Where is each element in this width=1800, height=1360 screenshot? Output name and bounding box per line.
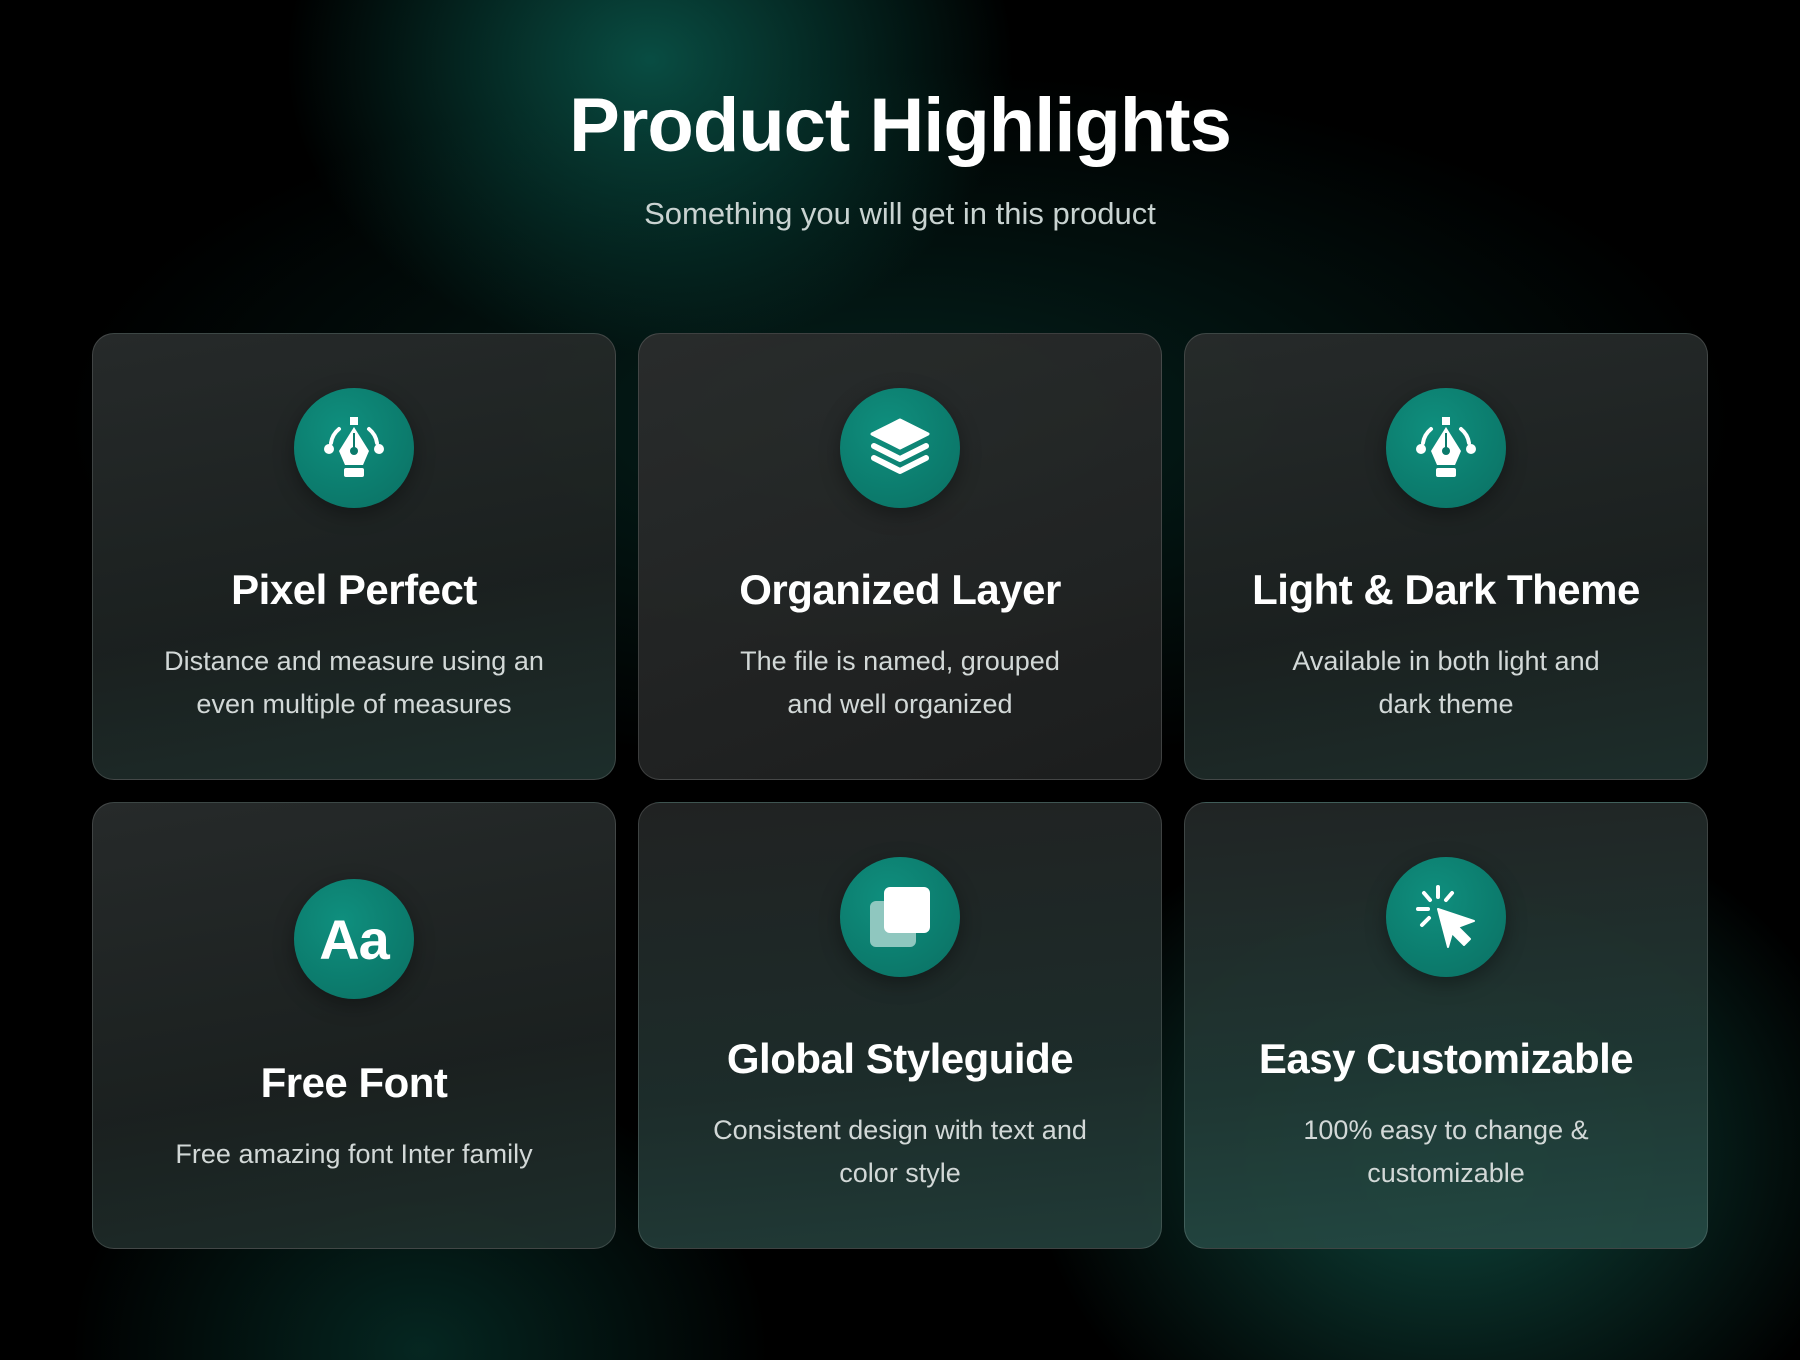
feature-title: Light & Dark Theme xyxy=(1252,566,1640,613)
feature-card-global-styleguide: Global Styleguide Consistent design with… xyxy=(638,802,1162,1249)
font-icon-text: Aa xyxy=(319,907,390,971)
cursor-click-icon xyxy=(1386,857,1506,977)
feature-card-light-dark-theme: Light & Dark Theme Available in both lig… xyxy=(1184,333,1708,780)
feature-card-free-font: Aa Free Font Free amazing font Inter fam… xyxy=(92,802,616,1249)
feature-grid: Pixel Perfect Distance and measure using… xyxy=(92,333,1708,1249)
feature-title: Organized Layer xyxy=(739,566,1061,613)
feature-title: Global Styleguide xyxy=(726,1035,1074,1082)
pen-tool-icon xyxy=(294,388,414,508)
header: Product Highlights Something you will ge… xyxy=(0,82,1800,234)
page-title: Product Highlights xyxy=(569,83,1232,168)
feature-description: Distance and measure using an even multip… xyxy=(164,646,544,719)
layers-icon xyxy=(840,388,960,508)
feature-description: 100% easy to change & customizable xyxy=(1303,1115,1589,1188)
feature-title: Pixel Perfect xyxy=(231,566,477,613)
page-subtitle: Something you will get in this product xyxy=(644,196,1156,231)
feature-card-organized-layer: Organized Layer The file is named, group… xyxy=(638,333,1162,780)
feature-card-pixel-perfect: Pixel Perfect Distance and measure using… xyxy=(92,333,616,780)
feature-description: Free amazing font Inter family xyxy=(175,1139,533,1169)
feature-description: Available in both light and dark theme xyxy=(1292,646,1600,719)
feature-title: Free Font xyxy=(260,1059,448,1106)
feature-description: The file is named, grouped and well organ… xyxy=(740,646,1060,719)
feature-card-easy-customizable: Easy Customizable 100% easy to change & c… xyxy=(1184,802,1708,1249)
pen-tool-icon xyxy=(1386,388,1506,508)
font-icon: Aa xyxy=(294,879,414,999)
feature-description: Consistent design with text and color sty… xyxy=(713,1115,1087,1188)
copy-squares-icon xyxy=(840,857,960,977)
feature-title: Easy Customizable xyxy=(1258,1035,1634,1082)
